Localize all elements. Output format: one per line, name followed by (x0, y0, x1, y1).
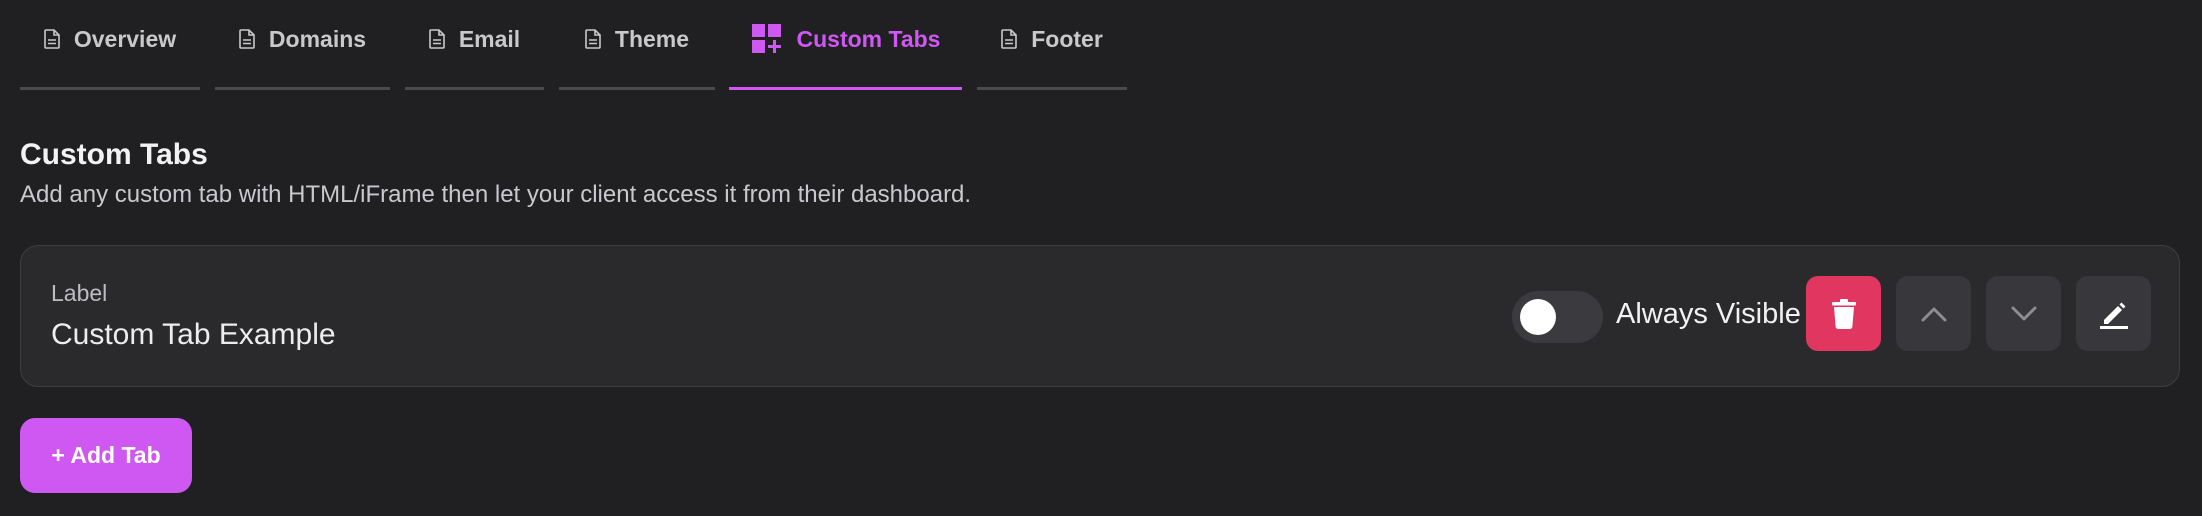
tab-label: Domains (268, 25, 367, 52)
grid-plus-icon (751, 23, 783, 55)
label-field-label: Label (51, 280, 108, 306)
document-icon (239, 29, 255, 49)
always-visible-label: Always Visible (1616, 298, 1801, 330)
chevron-up-icon (1920, 305, 1948, 323)
label-field-value[interactable]: Custom Tab Example (51, 318, 336, 352)
pencil-icon (2099, 299, 2129, 329)
move-down-button[interactable] (1986, 276, 2061, 351)
document-icon (44, 29, 60, 49)
add-tab-button[interactable]: + Add Tab (20, 418, 192, 493)
document-icon (429, 29, 445, 49)
tab-overview[interactable]: Overview (20, 0, 200, 90)
tab-label: Email (458, 25, 521, 52)
section-description: Add any custom tab with HTML/iFrame then… (20, 181, 972, 208)
tab-theme[interactable]: Theme (559, 0, 715, 90)
edit-button[interactable] (2076, 276, 2151, 351)
tab-label: Theme (614, 25, 690, 52)
tab-underline (977, 87, 1127, 90)
move-up-button[interactable] (1896, 276, 1971, 351)
tab-footer[interactable]: Footer (977, 0, 1127, 90)
tab-email[interactable]: Email (405, 0, 544, 90)
tab-underline (405, 87, 544, 90)
document-icon (585, 29, 601, 49)
tab-underline (215, 87, 390, 90)
toggle-knob (1520, 299, 1556, 335)
tab-underline (20, 87, 200, 90)
custom-tab-card: Label Custom Tab Example Always Visible (20, 245, 2180, 387)
tab-label: Footer (1031, 25, 1103, 52)
tab-label: Custom Tabs (796, 25, 941, 52)
tab-domains[interactable]: Domains (215, 0, 390, 90)
settings-page: Overview Domains Email Theme Custom Tabs… (0, 0, 2202, 516)
chevron-down-icon (2010, 305, 2038, 323)
tab-underline (729, 87, 962, 90)
document-icon (1001, 29, 1018, 49)
delete-button[interactable] (1806, 276, 1881, 351)
always-visible-toggle[interactable] (1512, 291, 1603, 343)
trash-icon (1831, 298, 1857, 329)
section-title: Custom Tabs (20, 138, 208, 171)
tab-custom-tabs[interactable]: Custom Tabs (729, 0, 962, 90)
tab-label: Overview (73, 25, 177, 52)
tab-underline (559, 87, 715, 90)
